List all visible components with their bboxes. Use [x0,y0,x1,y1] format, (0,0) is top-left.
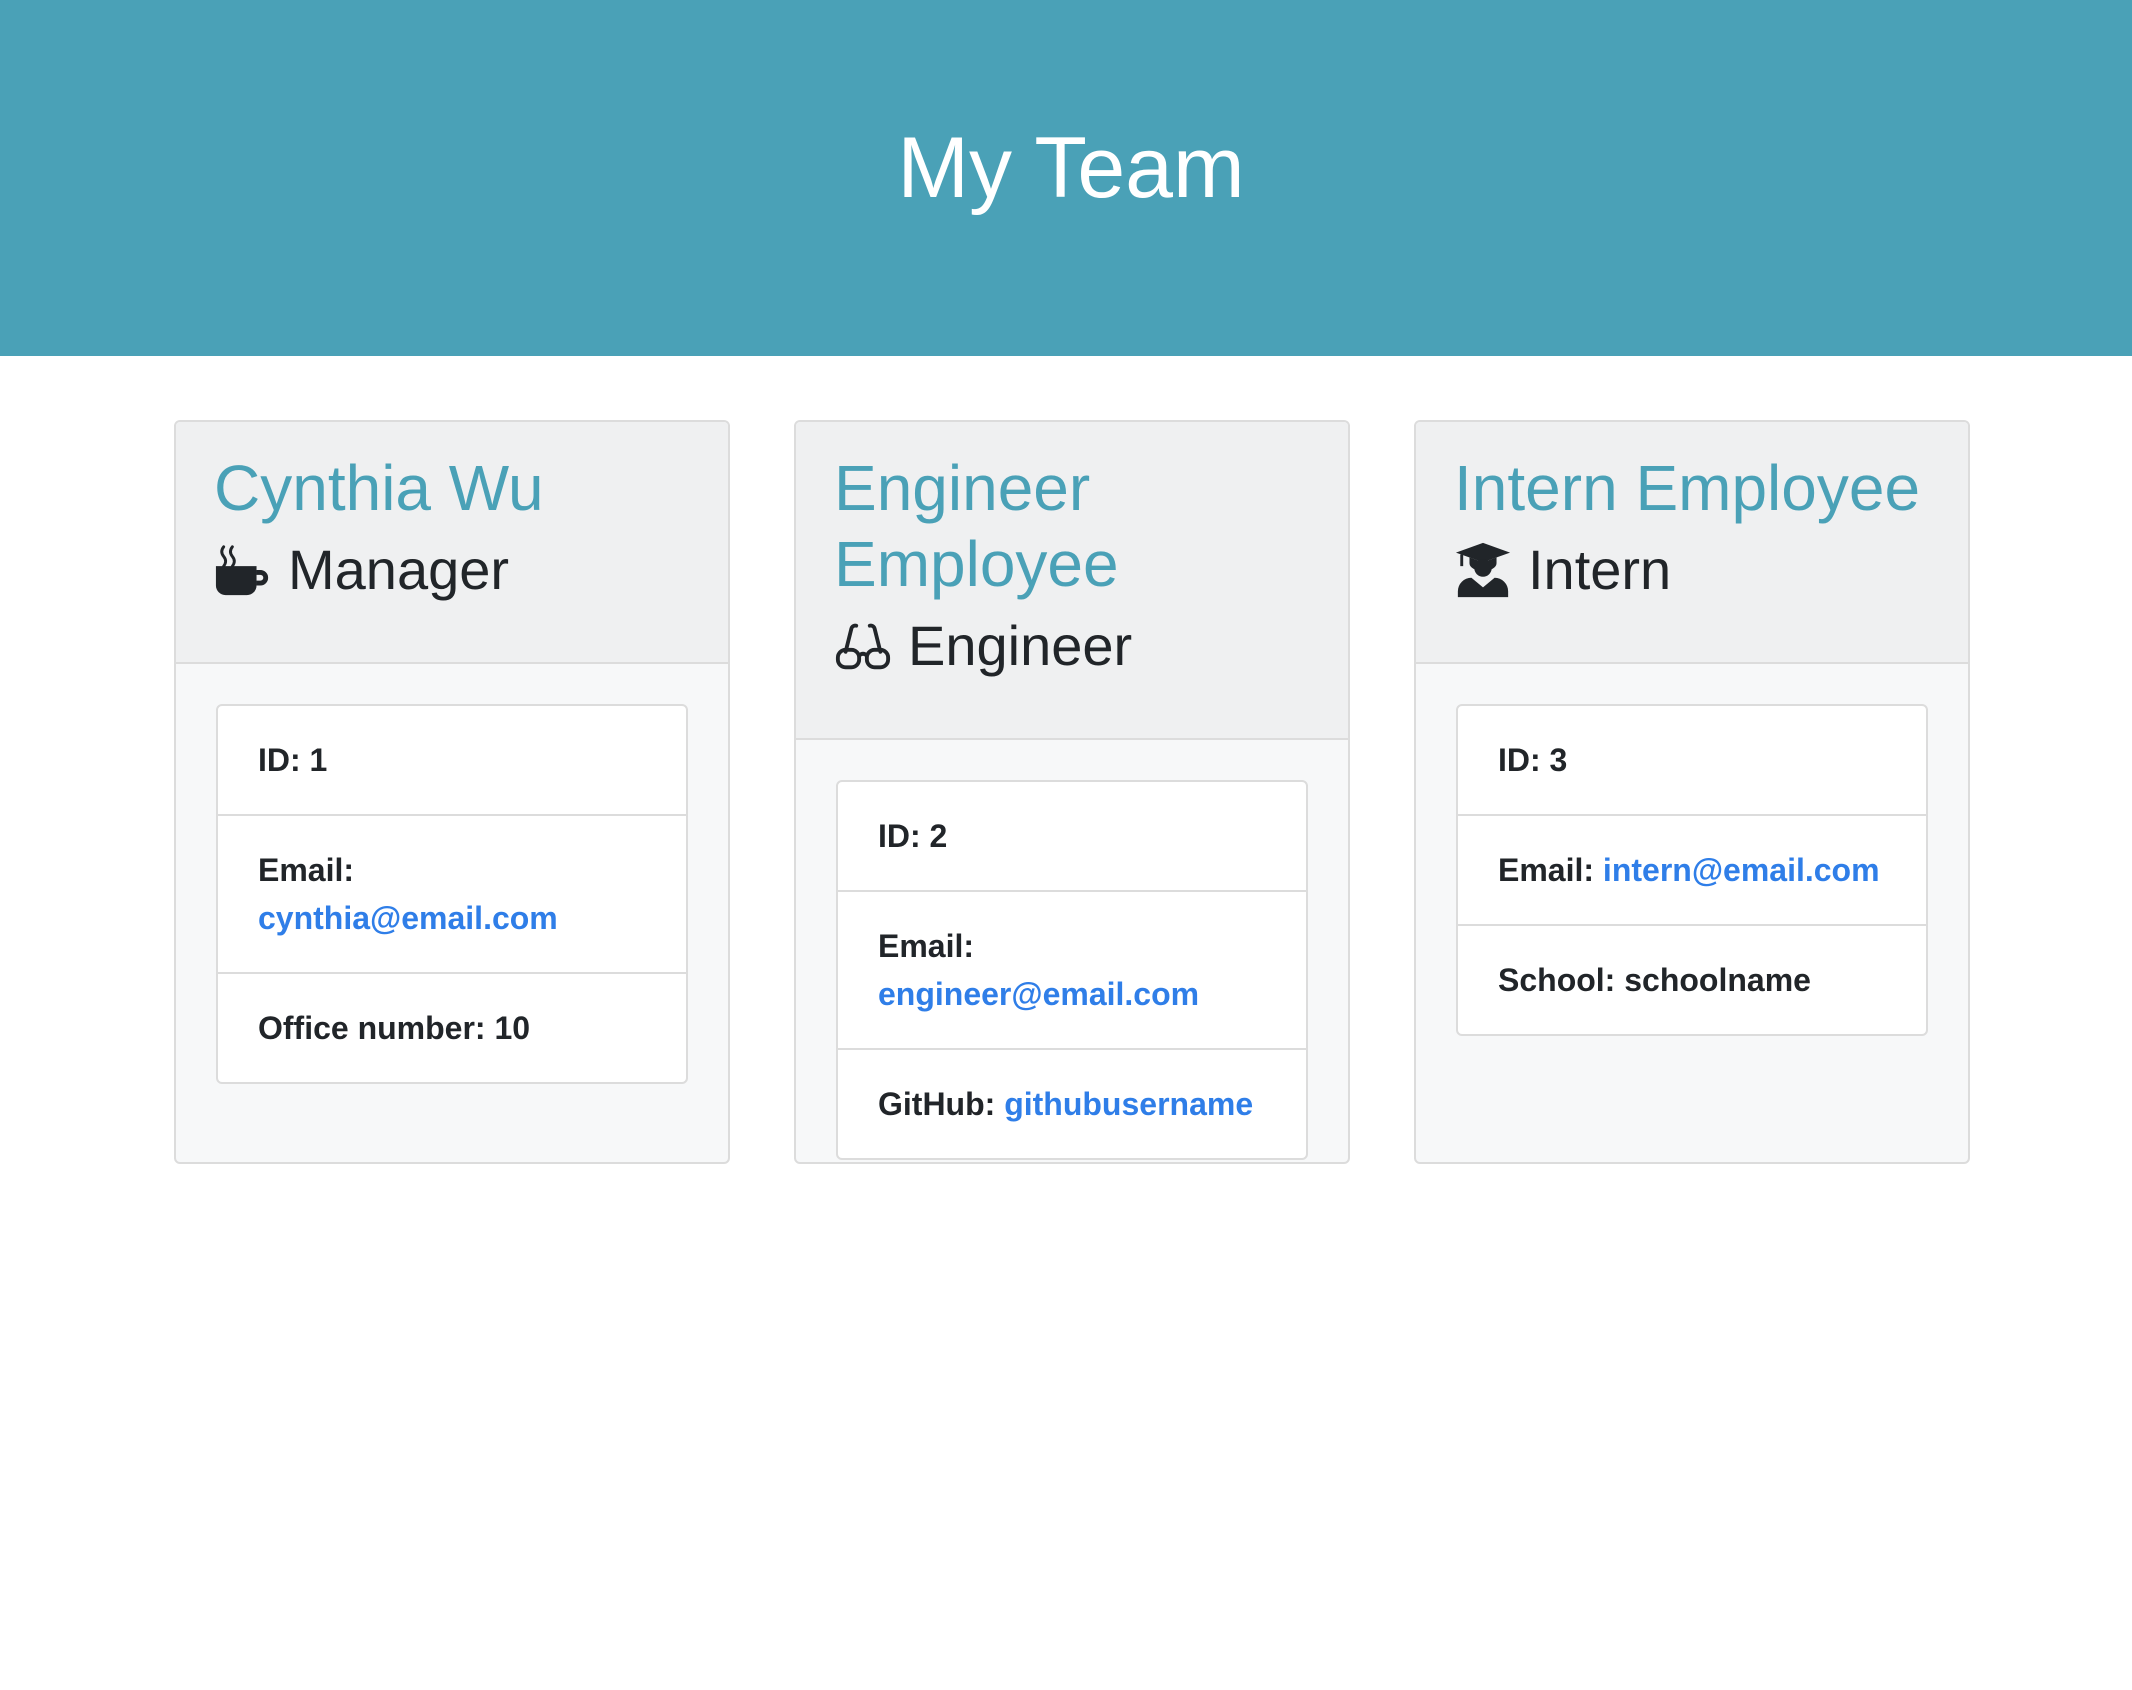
card-header: Engineer Employee Engineer [796,422,1348,740]
card-header: Cynthia Wu Manager [176,422,728,664]
employee-school: School: schoolname [1498,962,1811,998]
employee-role: Intern [1454,532,1930,608]
employee-role: Manager [214,532,690,608]
employee-name: Engineer Employee [834,452,1119,600]
email-link[interactable]: engineer@email.com [878,976,1199,1012]
employee-github: GitHub: githubusername [878,1086,1254,1122]
header-banner: My Team [0,0,2132,356]
graduate-icon [1454,541,1512,599]
coffee-mug-icon [214,541,272,599]
employee-office-number: Office number: 10 [258,1010,531,1046]
employee-role-label: Engineer [908,614,1133,677]
employee-card-manager: Cynthia Wu Manager ID: 1 Email: cynthia@… [174,420,730,1164]
employee-details: ID: 1 Email: cynthia@email.com Office nu… [216,704,688,1084]
card-header: Intern Employee Intern [1416,422,1968,664]
employee-email: Email: engineer@email.com [838,892,1306,1050]
github-link[interactable]: githubusername [1004,1086,1253,1122]
employee-details: ID: 2 Email: engineer@email.com GitHub: … [836,780,1308,1160]
employee-details: ID: 3 Email: intern@email.com School: sc… [1456,704,1928,1036]
email-link[interactable]: intern@email.com [1603,852,1880,888]
employee-card-intern: Intern Employee Intern ID: 3 Email: inte… [1414,420,1970,1164]
glasses-icon [834,617,892,675]
employee-card-engineer: Engineer Employee Engineer ID: 2 Email: … [794,420,1350,1164]
employee-name: Cynthia Wu [214,452,544,524]
page-title: My Team [897,120,1245,216]
employee-role: Engineer [834,608,1310,684]
employee-role-label: Intern [1528,538,1672,601]
employee-id: ID: 1 [218,706,686,816]
employee-id: ID: 3 [1458,706,1926,816]
employee-id: ID: 2 [838,782,1306,892]
employee-email: Email: cynthia@email.com [218,816,686,974]
employee-role-label: Manager [288,538,510,601]
email-link[interactable]: cynthia@email.com [258,900,558,936]
employee-email: Email: intern@email.com [1458,816,1926,926]
employee-name: Intern Employee [1454,452,1921,524]
